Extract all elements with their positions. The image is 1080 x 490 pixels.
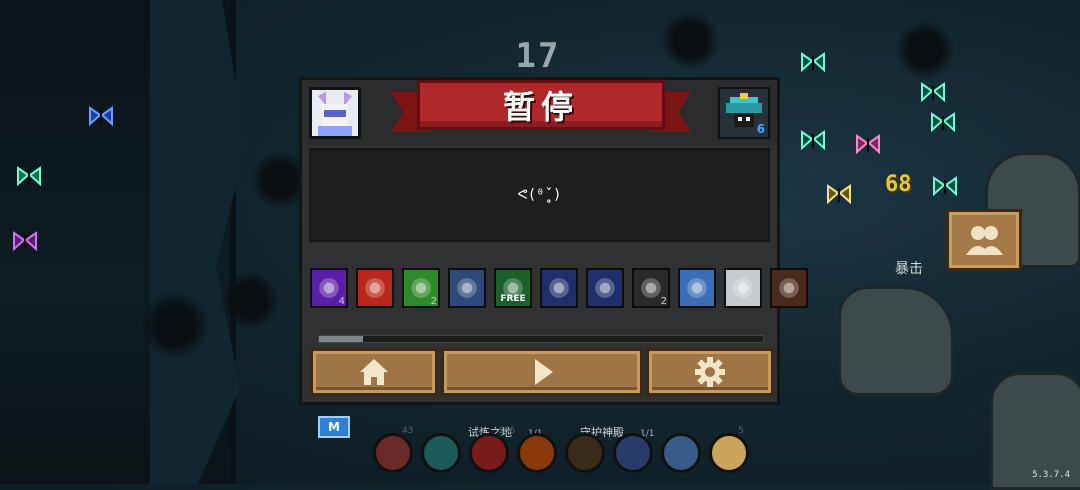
skill-number: 43 [402,426,414,436]
buff-count: 4 [338,296,345,307]
fire-swirl-icon[interactable] [356,268,394,308]
shield-icon[interactable] [448,268,486,308]
pet-count: 6 [756,122,765,136]
stone-golem-enemy [838,286,954,396]
skill-slot[interactable] [421,433,461,473]
player-avatar [309,87,361,139]
skill-slot[interactable]: 5 [709,426,749,473]
dark-spore-decoration [140,290,210,360]
staff-icon[interactable] [586,268,624,308]
skill-slot[interactable]: 166 [469,426,515,473]
skill-slot[interactable]: 43 [373,426,413,473]
butterfly-icon [930,112,956,134]
explosion-icon[interactable]: 2 [632,268,670,308]
crit-label: 暴击 [895,261,923,277]
gear-icon [695,357,725,387]
buff-label: FREE [500,294,526,304]
butterfly-icon [16,166,42,188]
buff-list: 4 2 FREE 2 [310,268,808,308]
butterfly-icon [800,130,826,152]
settings-button[interactable] [646,348,774,396]
skill-number: 166 [498,426,516,436]
skill-slot[interactable] [661,433,701,473]
dark-spore-decoration [660,10,720,70]
progress-fill [319,336,364,342]
dark-spore-decoration [895,20,955,80]
butterfly-icon [826,184,852,206]
checklist-icon[interactable] [724,268,762,308]
resume-button[interactable] [441,348,643,396]
butterfly-icon [12,231,38,253]
dark-spore-decoration [220,270,280,330]
vortex-icon[interactable] [540,268,578,308]
buff-count: 2 [660,296,667,307]
creature-icon[interactable] [770,268,808,308]
butterfly-icon [855,134,881,156]
version-label: 5.3.7.4 [1032,470,1070,480]
skill-number: 5 [738,426,744,436]
skill-bar: 43 166 5 [373,426,749,473]
emoticon-text: ᕙ(⁰̥̥̥̥ˇ) [517,187,562,203]
message-display: ᕙ(⁰̥̥̥̥ˇ) [309,148,770,242]
progress-bar [318,335,764,343]
pause-panel: 暂停 6 ᕙ(⁰̥̥̥̥ˇ) 4 2 FREE 2 [299,77,808,405]
play-icon [535,359,553,385]
buff-count: 2 [430,296,437,307]
butterfly-icon [932,176,958,198]
group-button[interactable] [946,209,1022,271]
skill-slot[interactable] [613,433,653,473]
home-icon [360,359,388,385]
pause-title: 暂停 [502,88,579,126]
ribbon-main: 暂停 [417,80,665,130]
butterfly-icon [920,82,946,104]
wave-counter: 17 [515,36,561,76]
pet-badge[interactable]: 6 [718,87,770,139]
damage-number: 68 [885,172,912,197]
free-refresh-icon[interactable]: FREE [494,268,532,308]
boxing-glove-icon[interactable] [678,268,716,308]
pause-title-ribbon: 暂停 [391,80,691,142]
m-badge-icon[interactable]: M [318,416,350,438]
home-button[interactable] [310,348,438,396]
purple-wave-icon[interactable]: 4 [310,268,348,308]
butterfly-icon [88,106,114,128]
group-icon [966,226,1003,255]
skill-slot[interactable] [565,433,605,473]
butterfly-icon [800,52,826,74]
green-arrow-icon[interactable]: 2 [402,268,440,308]
skill-slot[interactable] [517,433,557,473]
